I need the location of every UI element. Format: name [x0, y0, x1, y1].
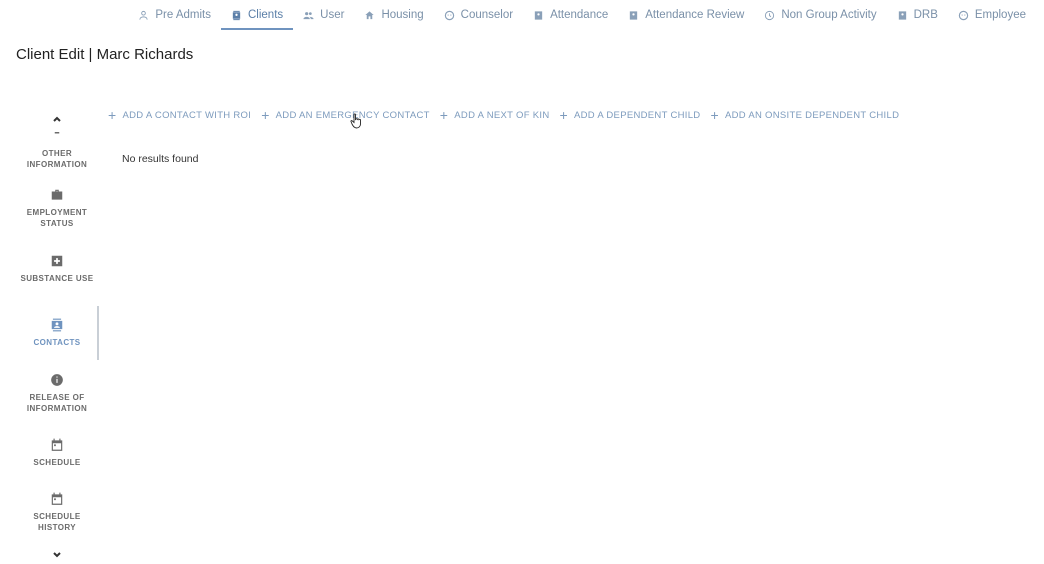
empty-state-text: No results found	[122, 153, 199, 165]
calendar-icon	[51, 438, 63, 451]
active-tab-indicator	[97, 306, 99, 360]
scroll-down-button[interactable]	[49, 548, 65, 562]
sidebar-item-label: Employment Status	[26, 208, 88, 228]
add-next-of-kin-button[interactable]: + Add a next of kin	[440, 108, 550, 122]
plus-icon: +	[559, 107, 568, 123]
nav-item-label: Clients	[248, 9, 284, 21]
sidebar-item-schedule-history[interactable]: Schedule History	[16, 492, 98, 533]
person-icon	[139, 10, 149, 20]
action-label: Add an onsite dependent child	[724, 109, 900, 121]
nav-item-drb[interactable]: DRB	[887, 0, 948, 30]
sidebar-item-contacts[interactable]: Contacts	[16, 318, 98, 348]
sidebar-item-label: Contacts	[33, 338, 81, 347]
nav-item-label: Non Group Activity	[781, 9, 877, 21]
medical-plus-icon	[51, 255, 63, 267]
sidebar: Other Information Employment Status Subs…	[16, 110, 99, 564]
nav-item-non-group-activity[interactable]: Non Group Activity	[754, 0, 886, 30]
nav-item-label: Employee	[974, 9, 1026, 21]
chevron-down-icon	[53, 552, 61, 558]
badge-icon	[630, 10, 638, 20]
nav-item-housing[interactable]: Housing	[354, 0, 433, 30]
face-icon	[958, 10, 969, 20]
nav-item-label: Pre Admits	[155, 9, 211, 21]
sidebar-item-employment-status[interactable]: Employment Status	[16, 188, 98, 229]
sidebar-item-schedule[interactable]: Schedule	[16, 438, 98, 468]
contact-icon	[232, 10, 241, 20]
clock-icon	[765, 10, 775, 20]
sidebar-item-substance-use[interactable]: Substance Use	[16, 254, 98, 284]
sidebar-item-label: Substance Use	[20, 274, 94, 283]
nav-item-attendance[interactable]: Attendance	[523, 0, 618, 30]
badge-icon	[898, 10, 906, 20]
action-label: Add a dependent child	[573, 109, 701, 121]
nav-item-pre-admits[interactable]: Pre Admits	[128, 0, 221, 30]
info-icon	[51, 374, 63, 386]
face-icon	[444, 10, 454, 20]
nav-item-label: Housing	[381, 9, 424, 21]
sidebar-item-label: Other Information	[26, 149, 88, 169]
plus-icon: +	[710, 107, 719, 123]
nav-item-label: Attendance	[550, 9, 609, 21]
home-icon	[365, 10, 375, 19]
info-box-icon	[54, 132, 60, 134]
sidebar-item-label: Release of Information	[26, 393, 88, 413]
plus-icon: +	[439, 107, 449, 123]
badge-icon	[534, 10, 543, 20]
top-navigation: Pre Admits Clients User Housing Counselo…	[128, 0, 1036, 30]
nav-item-label: DRB	[913, 9, 938, 21]
sidebar-item-release-of-information[interactable]: Release of Information	[16, 373, 98, 414]
add-contact-with-roi-button[interactable]: + Add a contact with ROI	[108, 108, 251, 122]
plus-icon: +	[108, 107, 117, 123]
hand-cursor-icon	[350, 113, 361, 129]
scroll-up-button[interactable]	[49, 112, 65, 126]
chevron-up-icon	[53, 116, 61, 122]
sidebar-item-label: Schedule	[33, 458, 81, 467]
sidebar-item-other-information[interactable]: Other Information	[16, 132, 98, 170]
sidebar-item-label: Schedule History	[33, 512, 81, 532]
nav-item-label: Attendance Review	[645, 9, 745, 21]
nav-item-employee[interactable]: Employee	[948, 0, 1036, 30]
nav-item-label: User	[320, 9, 345, 21]
add-onsite-dependent-child-button[interactable]: + Add an onsite dependent child	[710, 108, 899, 122]
contact-actions: + Add a contact with ROI + Add an emerge…	[108, 108, 899, 122]
add-dependent-child-button[interactable]: + Add a dependent child	[559, 108, 700, 122]
nav-item-label: Counselor	[460, 9, 514, 21]
nav-item-clients[interactable]: Clients	[221, 0, 294, 30]
nav-item-attendance-review[interactable]: Attendance Review	[618, 0, 754, 30]
nav-item-counselor[interactable]: Counselor	[434, 0, 523, 30]
nav-item-user[interactable]: User	[293, 0, 354, 30]
page-title: Client Edit | Marc Richards	[16, 46, 194, 63]
group-icon	[303, 11, 314, 19]
add-emergency-contact-button[interactable]: + Add an emergency contact	[261, 108, 430, 122]
briefcase-icon	[51, 189, 63, 200]
action-label: Add a contact with ROI	[122, 109, 252, 121]
plus-icon: +	[261, 107, 270, 123]
calendar-icon	[51, 492, 63, 505]
action-label: Add a next of kin	[454, 109, 550, 121]
contact-icon	[51, 318, 63, 332]
